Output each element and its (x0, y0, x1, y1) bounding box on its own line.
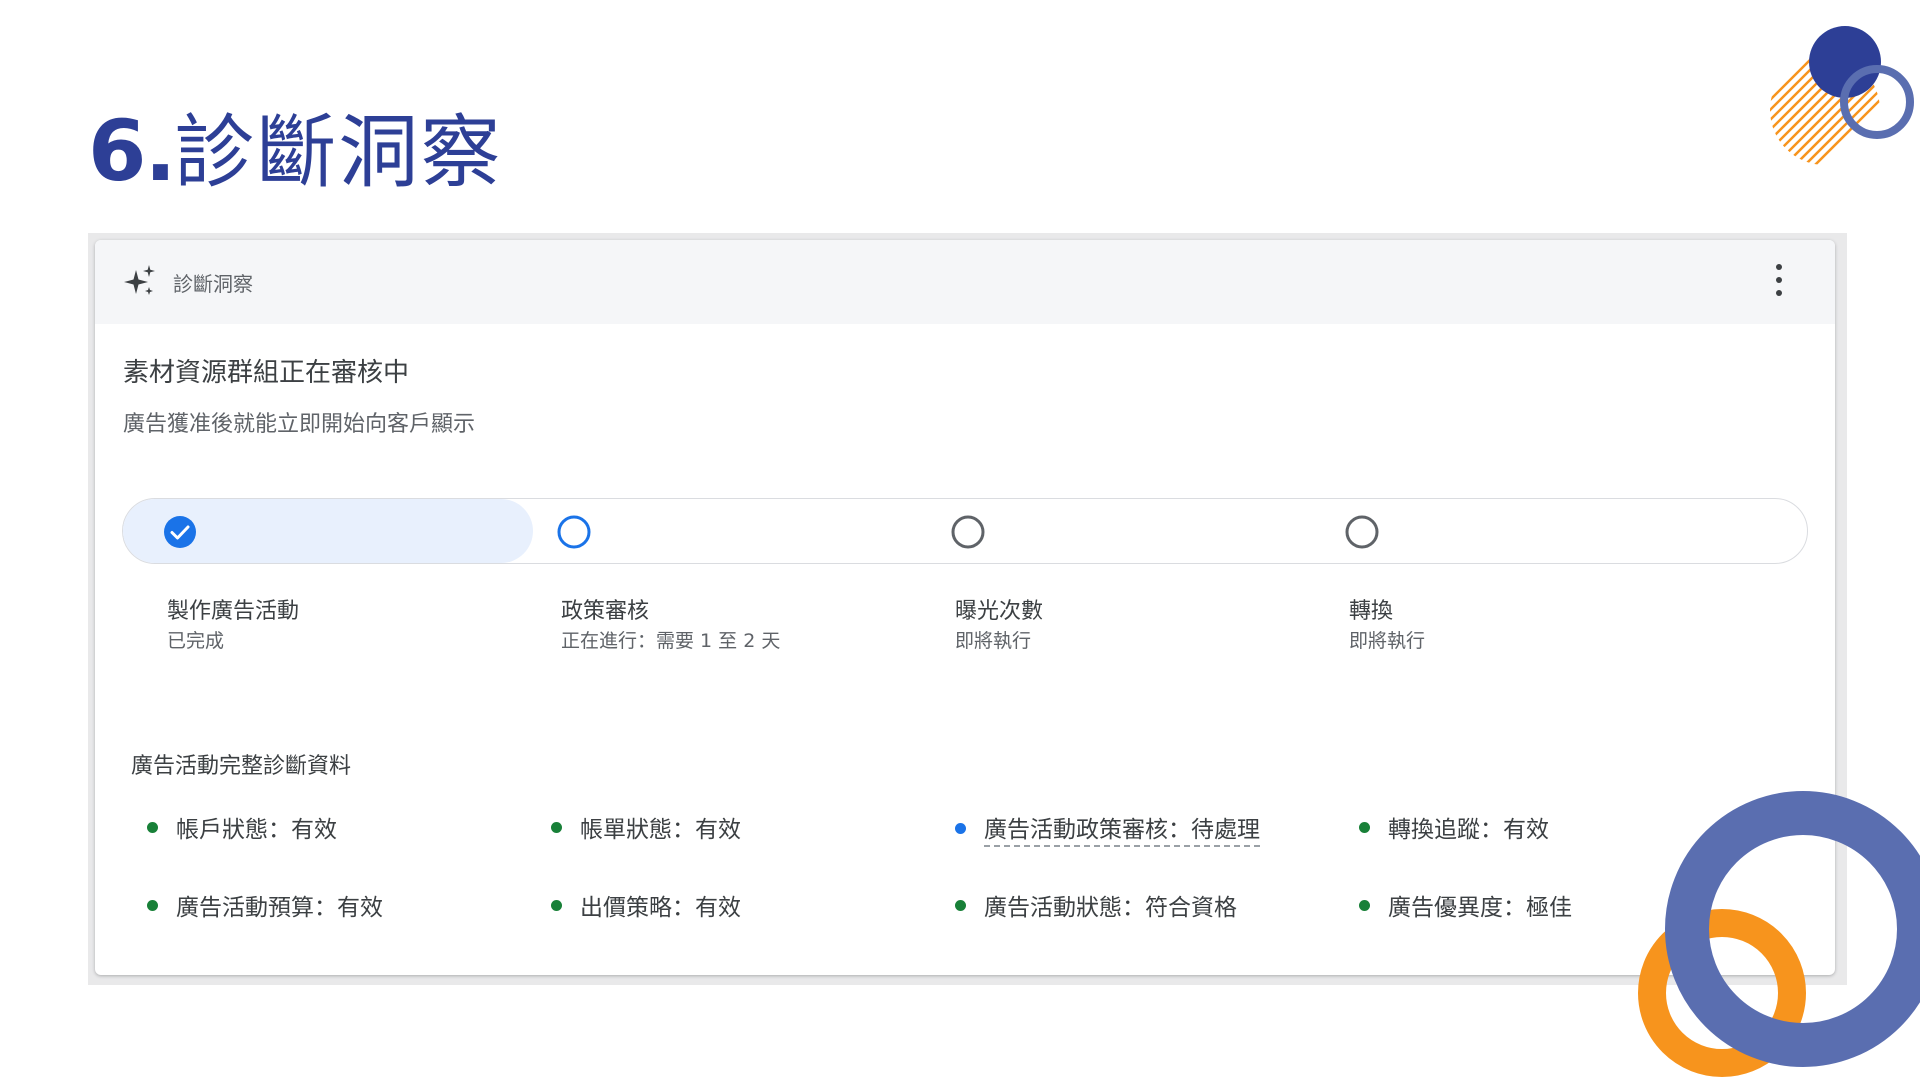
circle-outline-icon (557, 515, 591, 549)
diagnostic-item: 廣告活動狀態：符合資格 (955, 888, 1237, 922)
diagnostics-title: 廣告活動完整診斷資料 (131, 754, 352, 779)
slide-number: 6. (88, 102, 176, 200)
slide-heading: 診斷洞察 (174, 106, 503, 199)
diagnostics-card: 診斷洞察 素材資源群組正在審核中 廣告獲准後就能立即開始向客戶顯示 製作廣告活動… (95, 240, 1835, 975)
status-dot (955, 823, 966, 834)
card-header: 診斷洞察 (95, 240, 1835, 324)
diagnostic-item: 廣告活動預算：有效 (147, 888, 383, 922)
check-circle-icon (164, 516, 196, 548)
status-dot (955, 899, 966, 911)
status-dot (551, 821, 562, 833)
step-status: 即將執行 (955, 630, 1032, 652)
step-label: 製作廣告活動 (167, 599, 300, 624)
diagnostic-item: 出價策略：有效 (551, 888, 741, 922)
status-dot (551, 899, 562, 911)
step-status: 已完成 (167, 630, 225, 652)
diagnostic-item: 轉換追蹤：有效 (1359, 810, 1549, 844)
step-status: 即將執行 (1349, 630, 1426, 652)
decorative-rings-bottom (1638, 791, 1920, 1077)
step-label: 曝光次數 (955, 599, 1044, 624)
diagnostic-item: 帳單狀態：有效 (551, 810, 741, 844)
status-dot (1359, 899, 1370, 911)
status-dot (147, 821, 158, 833)
status-dot (1359, 821, 1370, 833)
status-subtitle: 廣告獲准後就能立即開始向客戶顯示 (123, 412, 476, 437)
circle-outline-icon (951, 515, 985, 549)
diagnostic-item-policy-review[interactable]: 廣告活動政策審核：待處理 (955, 810, 1260, 847)
step-label: 政策審核 (561, 599, 650, 624)
card-header-title: 診斷洞察 (173, 272, 253, 296)
circle-outline-icon (1345, 515, 1379, 549)
more-options-icon[interactable] (1773, 264, 1785, 296)
progress-stepper (122, 498, 1808, 564)
decorative-circles-top (1770, 26, 1914, 165)
status-title: 素材資源群組正在審核中 (123, 358, 410, 388)
sparkle-icon (124, 265, 155, 295)
slide-title: 6. 診斷洞察 (88, 88, 502, 200)
diagnostic-item: 廣告優異度：極佳 (1359, 888, 1572, 922)
diagnostic-item: 帳戶狀態：有效 (147, 810, 337, 844)
step-status: 正在進行：需要 1 至 2 天 (561, 630, 781, 652)
step-label: 轉換 (1349, 599, 1394, 624)
status-dot (147, 899, 158, 911)
